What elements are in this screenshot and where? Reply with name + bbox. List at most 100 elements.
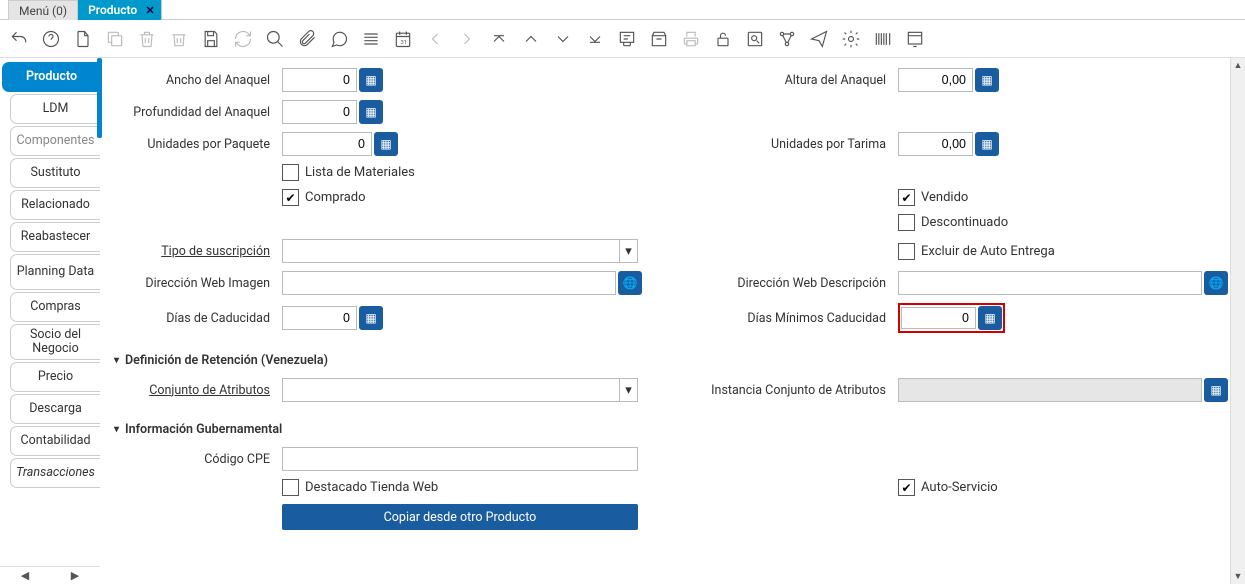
- globe-icon[interactable]: 🌐: [618, 271, 642, 295]
- delete-selected-icon: [168, 28, 190, 50]
- dir-img-input[interactable]: [282, 271, 616, 295]
- tab-menu-label: Menú (0): [19, 4, 67, 18]
- dias-cad-input[interactable]: [282, 306, 357, 330]
- tab-menu[interactable]: Menú (0): [8, 0, 78, 20]
- collapse-icon[interactable]: ▾: [114, 355, 119, 366]
- archive-icon[interactable]: [648, 28, 670, 50]
- sidetab-transacciones[interactable]: Transacciones: [10, 458, 100, 488]
- calc-icon[interactable]: ▦: [975, 132, 999, 156]
- gear-icon[interactable]: [840, 28, 862, 50]
- section-gubernamental: Información Gubernamental: [125, 422, 282, 437]
- calc-icon[interactable]: ▦: [975, 68, 999, 92]
- report-icon[interactable]: [616, 28, 638, 50]
- undo-icon[interactable]: [8, 28, 30, 50]
- sidetab-relacionado[interactable]: Relacionado: [10, 190, 100, 220]
- calc-icon[interactable]: ▦: [978, 306, 1002, 330]
- lock-icon[interactable]: [712, 28, 734, 50]
- search-icon[interactable]: [264, 28, 286, 50]
- lbl-unid-paquete: Unidades por Paquete: [114, 137, 274, 152]
- sidetab-ldm[interactable]: LDM: [10, 94, 100, 124]
- altura-anaquel-input[interactable]: [898, 68, 973, 92]
- first-icon[interactable]: [488, 28, 510, 50]
- conjunto-attr-select[interactable]: ▾: [282, 378, 638, 402]
- sidetab-contabilidad[interactable]: Contabilidad: [10, 426, 100, 456]
- sidetab-planning[interactable]: Planning Data: [10, 254, 100, 290]
- calc-icon[interactable]: ▦: [1204, 378, 1228, 402]
- scroll-up-icon[interactable]: ▲: [1231, 58, 1245, 73]
- close-icon[interactable]: ✕: [143, 3, 157, 17]
- unid-paquete-input[interactable]: [282, 132, 372, 156]
- dias-min-input[interactable]: [901, 307, 976, 329]
- barcode-icon[interactable]: [872, 28, 894, 50]
- scroll-down-icon[interactable]: ▼: [1231, 569, 1245, 584]
- unid-tarima-input[interactable]: [898, 132, 973, 156]
- lista-materiales-checkbox[interactable]: [282, 164, 299, 181]
- tab-producto-label: Producto: [88, 3, 137, 17]
- codigo-cpe-input[interactable]: [282, 447, 638, 471]
- svg-text:31: 31: [401, 40, 408, 46]
- workflow-icon[interactable]: [776, 28, 798, 50]
- refresh-icon: [232, 28, 254, 50]
- calendar-icon[interactable]: 31: [392, 28, 414, 50]
- side-left-arrow[interactable]: ◀: [21, 569, 29, 582]
- side-bottom-nav: ◀ ▶: [0, 566, 100, 584]
- vendido-checkbox[interactable]: [898, 189, 915, 206]
- globe-icon[interactable]: 🌐: [1204, 271, 1228, 295]
- lbl-destacado-web: Destacado Tienda Web: [305, 480, 438, 495]
- toolbar: 31: [0, 20, 1245, 58]
- autoservicio-checkbox[interactable]: [898, 479, 915, 496]
- save-icon[interactable]: [200, 28, 222, 50]
- destacado-web-checkbox[interactable]: [282, 479, 299, 496]
- instancia-attr-input: [898, 378, 1202, 402]
- ancho-anaquel-input[interactable]: [282, 68, 357, 92]
- calc-icon[interactable]: ▦: [359, 68, 383, 92]
- lbl-instancia-attr: Instancia Conjunto de Atributos: [710, 383, 890, 398]
- calc-icon[interactable]: ▦: [374, 132, 398, 156]
- pos-icon[interactable]: [904, 28, 926, 50]
- sidetab-sustituto[interactable]: Sustituto: [10, 158, 100, 188]
- copiar-button[interactable]: Copiar desde otro Producto: [282, 504, 638, 530]
- collapse-icon[interactable]: ▾: [114, 424, 119, 435]
- section-retencion: Definición de Retención (Venezuela): [125, 353, 328, 368]
- sidetab-compras[interactable]: Compras: [10, 292, 100, 322]
- send-icon[interactable]: [808, 28, 830, 50]
- attachment-icon[interactable]: [296, 28, 318, 50]
- lbl-descontinuado: Descontinuado: [921, 215, 1008, 230]
- chevron-down-icon[interactable]: ▾: [619, 240, 637, 262]
- descontinuado-checkbox[interactable]: [898, 214, 915, 231]
- sidetab-descarga[interactable]: Descarga: [10, 394, 100, 424]
- dir-desc-input[interactable]: [898, 271, 1202, 295]
- chevron-down-icon[interactable]: ▾: [619, 379, 637, 401]
- zoom-doc-icon[interactable]: [744, 28, 766, 50]
- new-icon[interactable]: [72, 28, 94, 50]
- prof-anaquel-input[interactable]: [282, 100, 357, 124]
- vertical-scrollbar[interactable]: ▲ ▼: [1230, 58, 1245, 584]
- lbl-vendido: Vendido: [921, 190, 968, 205]
- sidetab-producto[interactable]: Producto: [2, 62, 100, 92]
- lbl-tipo-susc[interactable]: Tipo de suscripción: [114, 244, 274, 259]
- calc-icon[interactable]: ▦: [359, 306, 383, 330]
- lbl-conjunto-attr[interactable]: Conjunto de Atributos: [114, 383, 274, 398]
- lbl-codigo-cpe: Código CPE: [114, 452, 274, 467]
- tipo-susc-select[interactable]: ▾: [282, 239, 638, 263]
- calc-icon[interactable]: ▦: [359, 100, 383, 124]
- sidetab-reabastecer[interactable]: Reabastecer: [10, 222, 100, 252]
- sidetab-precio[interactable]: Precio: [10, 362, 100, 392]
- chat-icon[interactable]: [328, 28, 350, 50]
- help-icon[interactable]: [40, 28, 62, 50]
- tab-producto[interactable]: Producto ✕: [78, 0, 162, 20]
- form-area: Ancho del Anaquel ▦ Altura del Anaquel ▦…: [100, 58, 1245, 584]
- side-tabs: Producto LDM Componentes Sustituto Relac…: [0, 58, 100, 584]
- excluir-auto-checkbox[interactable]: [898, 243, 915, 260]
- side-right-arrow[interactable]: ▶: [71, 569, 79, 582]
- lbl-altura-anaquel: Altura del Anaquel: [710, 73, 890, 88]
- multi-view-icon[interactable]: [360, 28, 382, 50]
- last-icon[interactable]: [584, 28, 606, 50]
- lbl-ancho-anaquel: Ancho del Anaquel: [114, 73, 274, 88]
- up-icon[interactable]: [520, 28, 542, 50]
- lbl-autoservicio: Auto-Servicio: [921, 480, 998, 495]
- sidetab-socio[interactable]: Socio del Negocio: [10, 324, 100, 360]
- lbl-dir-desc: Dirección Web Descripción: [710, 276, 890, 291]
- comprado-checkbox[interactable]: [282, 189, 299, 206]
- down-icon[interactable]: [552, 28, 574, 50]
